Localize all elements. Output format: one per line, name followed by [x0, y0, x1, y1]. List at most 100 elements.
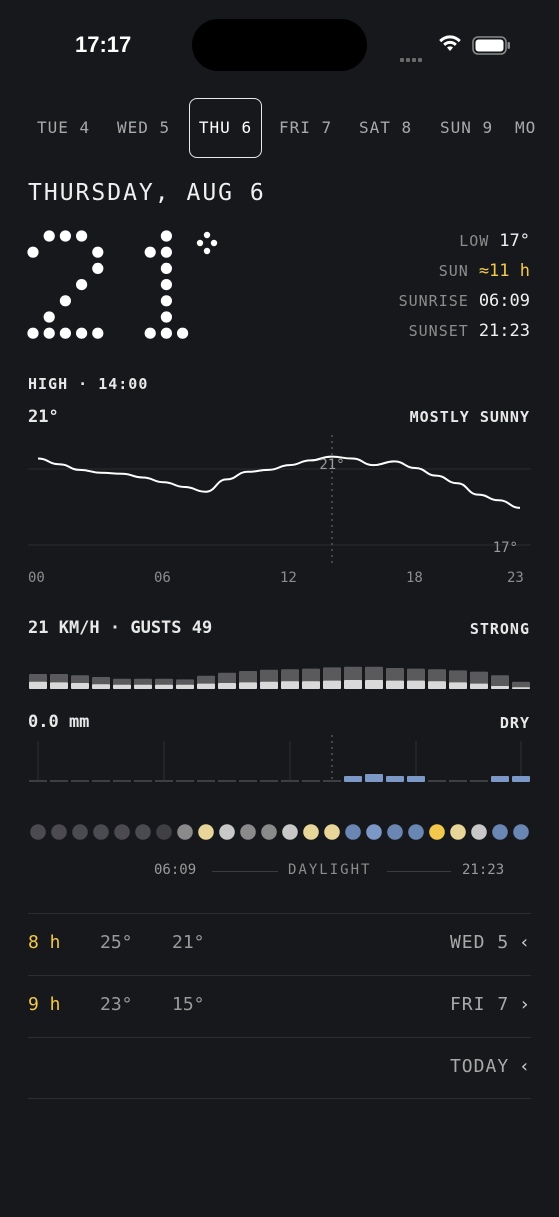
wind-speed-bar: [491, 686, 509, 689]
wind-speed-bar: [386, 680, 404, 689]
wind-speed-bar: [176, 684, 194, 689]
compare-nav-wed[interactable]: WED 5 ‹: [450, 932, 531, 953]
precip-bar: [491, 776, 509, 782]
daylight-label: DAYLIGHT: [288, 862, 372, 878]
sunset-label: SUNSET: [408, 322, 469, 340]
sky-dot: [51, 824, 67, 840]
wind-speed-bar: [218, 683, 236, 689]
daylight-range: 06:09 DAYLIGHT 21:23: [0, 860, 559, 882]
status-time: 17:17: [75, 32, 132, 57]
daylight-end: 21:23: [462, 862, 505, 878]
compare-high: 25°: [100, 932, 133, 953]
sky-dot: [219, 824, 235, 840]
x-tick-18: 18: [406, 570, 423, 586]
compare-row-wed[interactable]: 8 h 25° 21° WED 5 ‹: [28, 913, 531, 975]
low-label: LOW: [459, 232, 490, 250]
sky-dot: [282, 824, 298, 840]
precip-bar: [407, 776, 425, 782]
wind-speed-bar: [71, 683, 89, 689]
wind-speed-bar: [155, 684, 173, 689]
daylight-divider-right: [387, 871, 451, 872]
sunset-value: 21:23: [478, 321, 530, 341]
degree-dot: [196, 239, 204, 247]
sky-condition-dots: [30, 824, 529, 840]
chevron-left-icon: ‹: [519, 1056, 531, 1077]
wind-speed-bar: [470, 683, 488, 689]
temp-dot: [27, 327, 39, 339]
wind-bars-chart: [29, 666, 530, 689]
wind-speed-bar: [428, 681, 446, 689]
date-title: THURSDAY, AUG 6: [28, 180, 266, 206]
temp-dot: [59, 327, 71, 339]
degree-dot: [210, 239, 218, 247]
compare-high: 23°: [100, 994, 133, 1015]
temp-dot: [144, 327, 156, 339]
degree-dot: [203, 231, 211, 239]
compare-nav-fri[interactable]: FRI 7 ›: [450, 994, 531, 1015]
wind-speed-bar: [239, 682, 257, 689]
precipitation-amount: 0.0 mm: [28, 712, 90, 732]
wind-speed-bar: [407, 680, 425, 689]
wind-speed-bar: [344, 680, 362, 689]
day-tab-thu[interactable]: THU 6: [189, 98, 262, 158]
compare-sun-hours: 9 h: [28, 994, 61, 1015]
precip-bar-empty: [197, 780, 215, 782]
precip-bar-empty: [449, 780, 467, 782]
degree-dot: [203, 247, 211, 255]
wind-speed-bar: [113, 684, 131, 689]
temp-dot: [43, 327, 55, 339]
wind-summary: 21 KM/H · GUSTS 49: [28, 618, 213, 638]
temp-dot: [160, 246, 172, 258]
sky-dot: [450, 824, 466, 840]
temp-dot: [76, 327, 88, 339]
day-tab-sun[interactable]: SUN 9: [440, 98, 493, 158]
day-tab-mon[interactable]: MO: [515, 98, 536, 158]
precip-bar-empty: [218, 780, 236, 782]
temp-dot: [43, 311, 55, 323]
sky-dot: [93, 824, 109, 840]
precip-bar: [365, 774, 383, 782]
cellular-signal-icon: [400, 47, 424, 66]
chevron-left-icon: ‹: [519, 932, 531, 953]
x-tick-06: 06: [154, 570, 171, 586]
day-tab-sat[interactable]: SAT 8: [359, 98, 412, 158]
precip-bar-empty: [302, 780, 320, 782]
compare-row-today[interactable]: TODAY ‹: [28, 1037, 531, 1099]
sky-dot: [156, 824, 172, 840]
temp-dot: [76, 279, 88, 291]
precip-bar-empty: [50, 780, 68, 782]
low-value: 17°: [499, 231, 530, 251]
wind-speed-bar: [29, 681, 47, 689]
sun-label: SUN: [438, 262, 469, 280]
day-tab-tue[interactable]: TUE 4: [37, 98, 90, 158]
daylight-start: 06:09: [154, 862, 197, 878]
sky-dot: [114, 824, 130, 840]
compare-low: 15°: [172, 994, 205, 1015]
wind-speed-bar: [134, 684, 152, 689]
sky-dot: [492, 824, 508, 840]
today-label: TODAY: [449, 1056, 510, 1077]
sky-dot: [366, 824, 382, 840]
current-temperature-dot-display: [27, 230, 218, 339]
sky-dot: [30, 824, 46, 840]
precip-bar: [344, 776, 362, 782]
precipitation-chart: [29, 735, 530, 782]
x-tick-12: 12: [280, 570, 297, 586]
wind-speed-bar: [512, 687, 530, 689]
day-tab-wed[interactable]: WED 5: [117, 98, 170, 158]
x-tick-23: 23: [507, 570, 524, 586]
compare-row-fri[interactable]: 9 h 23° 15° FRI 7 ›: [28, 975, 531, 1037]
precip-bar-empty: [113, 780, 131, 782]
today-nav[interactable]: TODAY ‹: [450, 1056, 531, 1077]
sky-dot: [240, 824, 256, 840]
temp-dot: [160, 327, 172, 339]
precip-bar-empty: [92, 780, 110, 782]
day-tab-fri[interactable]: FRI 7: [279, 98, 332, 158]
temp-dot: [160, 230, 172, 242]
sky-dot: [408, 824, 424, 840]
chevron-right-icon: ›: [519, 994, 531, 1015]
compare-sun-hours: 8 h: [28, 932, 61, 953]
sky-dot: [303, 824, 319, 840]
sunrise-value: 06:09: [478, 291, 530, 311]
daylight-divider-left: [212, 871, 278, 872]
